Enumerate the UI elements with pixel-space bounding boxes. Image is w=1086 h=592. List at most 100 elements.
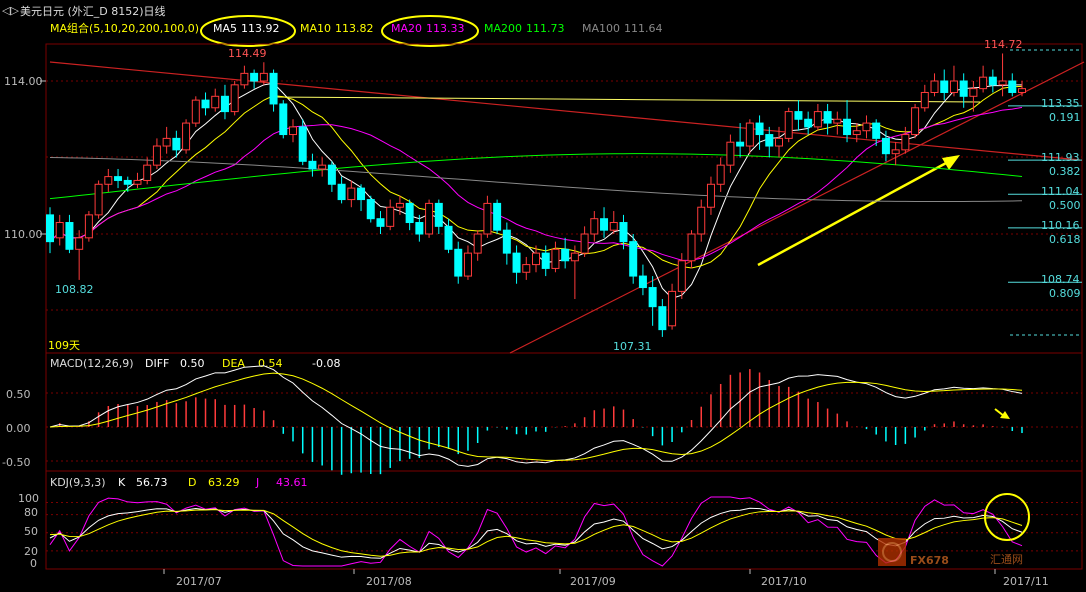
fib-price-label: 110.16: [1041, 219, 1080, 232]
support-trendline: [509, 61, 1085, 354]
candle-body: [823, 111, 832, 124]
candle: [415, 214, 424, 242]
candle-body: [201, 99, 210, 109]
kdj-k-label: K: [118, 476, 126, 489]
candle-body: [872, 122, 881, 139]
candle-body: [84, 214, 93, 239]
candle: [425, 199, 434, 238]
watermark-brand-text: 汇通网: [990, 553, 1023, 566]
candle-body: [852, 130, 861, 136]
candle: [891, 142, 900, 166]
candle-body: [454, 248, 463, 277]
candle: [220, 84, 229, 120]
kdj-axis-50: 50: [24, 525, 38, 538]
candle: [862, 115, 871, 139]
candle: [512, 245, 521, 284]
candle: [337, 176, 346, 204]
ma20-label: MA20 113.33: [391, 22, 465, 35]
candle-body: [648, 287, 657, 308]
candle-body: [279, 103, 288, 136]
candle: [823, 103, 832, 135]
candle-body: [220, 95, 229, 113]
fib-price-label: 111.93: [1041, 151, 1080, 164]
candle-body: [988, 76, 997, 86]
candle-body: [998, 80, 1007, 86]
candle: [794, 100, 803, 131]
ma10-label: MA10 113.82: [300, 22, 374, 35]
candle-body: [473, 233, 482, 254]
candle: [1008, 73, 1017, 97]
macd-diff-value: 0.50: [180, 357, 205, 370]
candle-body: [949, 80, 958, 93]
candle: [308, 153, 317, 177]
candle-body: [668, 290, 677, 327]
ma200-label: MA200 111.73: [484, 22, 565, 35]
candle: [405, 199, 414, 231]
candle: [988, 69, 997, 93]
candle: [191, 96, 200, 127]
kdj-axis-0: 0: [30, 557, 37, 570]
candle-body: [969, 88, 978, 97]
stock-chart[interactable]: ◁▷ 美元日元 (外汇_D 8152)日线 MA组合(5,10,20,200,1…: [0, 0, 1086, 592]
fib-ratio-label: 0.809: [1049, 287, 1081, 300]
candle: [65, 214, 74, 254]
candle-body: [405, 202, 414, 224]
candle-body: [308, 160, 317, 170]
ma200-line: [49, 153, 1023, 200]
candle-body: [493, 202, 502, 231]
candle: [483, 195, 492, 238]
candle-body: [259, 72, 268, 82]
candle-body: [366, 199, 375, 220]
price-axis-label-110: 110.00: [4, 228, 43, 241]
candle: [444, 218, 453, 254]
candle-body: [833, 118, 842, 124]
candle: [726, 134, 735, 173]
candle-body: [813, 111, 822, 128]
candle: [522, 256, 531, 280]
arrow-icon: ◁▷: [2, 4, 19, 17]
candle: [813, 103, 822, 131]
resistance-trendline: [49, 61, 1081, 161]
candle: [901, 126, 910, 154]
candle-body: [434, 202, 443, 227]
grid-lines: [46, 80, 1082, 552]
x-label-2017-11: 2017/11: [1003, 575, 1049, 588]
candle-body: [736, 141, 745, 147]
candle: [279, 100, 288, 139]
fibonacci-levels: 113.350.191111.930.382111.040.500110.160…: [1008, 97, 1082, 300]
candle-body: [240, 72, 249, 86]
macd-axis-000: 0.00: [6, 422, 31, 435]
candle: [590, 211, 599, 242]
candle: [211, 88, 220, 112]
candle-body: [881, 137, 890, 155]
kdj-d-value: 63.29: [208, 476, 240, 489]
macd-diff-label: DIFF: [145, 357, 169, 370]
fib-price-label: 108.74: [1041, 273, 1080, 286]
chart-title: 美元日元 (外汇_D 8152)日线: [20, 4, 166, 18]
candle: [434, 199, 443, 234]
candle: [629, 234, 638, 284]
kdj-k-value: 56.73: [136, 476, 168, 489]
candle-body: [415, 222, 424, 235]
kdj-j-label: J: [255, 476, 259, 489]
candle-body: [269, 72, 278, 105]
high-right-label: 114.72: [984, 38, 1023, 51]
candle: [201, 92, 210, 116]
candle-body: [551, 248, 560, 269]
candle-body: [590, 218, 599, 235]
x-label-2017-08: 2017/08: [366, 575, 412, 588]
candle: [94, 180, 103, 219]
candle-body: [463, 252, 472, 277]
candle: [357, 184, 366, 212]
candle-body: [580, 233, 589, 254]
candle: [386, 199, 395, 231]
x-label-2017-07: 2017/07: [176, 575, 222, 588]
candle: [580, 226, 589, 257]
candle-body: [862, 122, 871, 132]
chart-root: ◁▷ 美元日元 (外汇_D 8152)日线 MA组合(5,10,20,200,1…: [0, 0, 1086, 592]
candle-body: [658, 306, 667, 331]
candle: [75, 230, 84, 280]
horizontal-level-line: [269, 96, 981, 103]
candle: [881, 130, 890, 162]
candle-body: [784, 111, 793, 139]
